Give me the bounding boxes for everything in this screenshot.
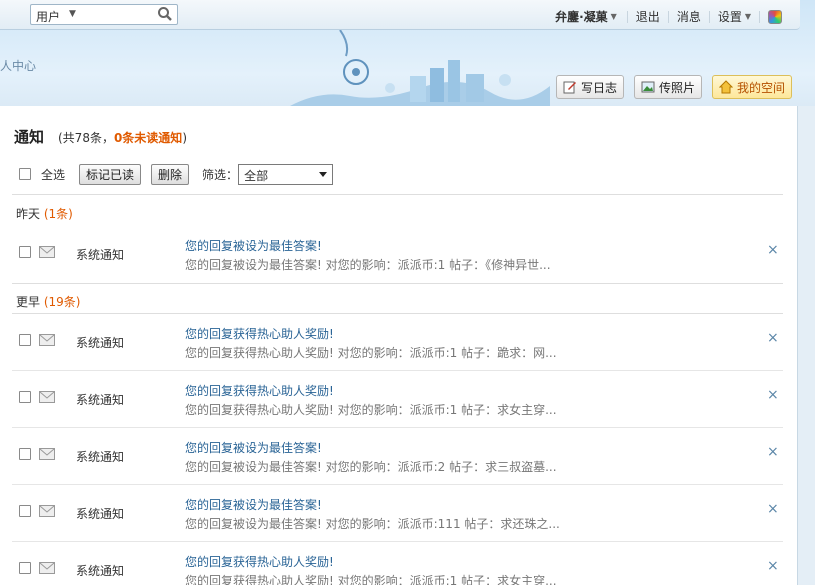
envelope-icon — [39, 334, 55, 346]
top-links: 弁鏖·凝菓 ▼ 退出 消息 设置 ▼ — [555, 8, 782, 25]
row-checkbox[interactable] — [19, 391, 31, 403]
header: 用户 ▼ 弁鏖·凝菓 ▼ 退出 消息 设置 ▼ 人中心 写日志 传照片 我的空间 — [0, 0, 815, 106]
messages-link[interactable]: 消息 — [677, 8, 701, 25]
notification-title-link[interactable]: 您的回复被设为最佳答案! — [185, 237, 322, 254]
select-all-label: 全选 — [41, 167, 66, 182]
chevron-down-icon[interactable]: ▼ — [611, 12, 617, 21]
notification-row[interactable]: 系统通知 您的回复获得热心助人奖励! 您的回复获得热心助人奖励! 对您的影响：派… — [0, 542, 797, 585]
chevron-down-icon[interactable]: ▼ — [69, 9, 76, 19]
notification-panel: 通知 (共78条，0条未读通知) 全选 标记已读 删除 筛选： 全部 昨天 (1… — [0, 106, 797, 585]
notification-type: 系统通知 — [76, 248, 125, 262]
header-illustration — [290, 30, 550, 106]
notification-type: 系统通知 — [76, 450, 125, 464]
notification-summary: (共78条，0条未读通知) — [58, 131, 187, 145]
divider — [667, 10, 669, 23]
notification-desc: 您的回复获得热心助人奖励! 对您的影响：派派币:1 帖子：求女主穿... — [185, 403, 557, 417]
notification-desc: 您的回复获得热心助人奖励! 对您的影响：派派币:1 帖子：求女主穿... — [185, 574, 557, 585]
settings-link[interactable]: 设置 — [718, 8, 742, 25]
envelope-icon — [39, 505, 55, 517]
image-icon — [641, 81, 655, 93]
username-link[interactable]: 弁鏖·凝菓 — [555, 8, 608, 25]
logout-link[interactable]: 退出 — [636, 8, 660, 25]
write-log-button[interactable]: 写日志 — [556, 75, 625, 99]
mark-read-button[interactable]: 标记已读 — [79, 163, 142, 185]
row-checkbox[interactable] — [19, 562, 31, 574]
notification-title-link[interactable]: 您的回复被设为最佳答案! — [185, 439, 322, 456]
search-box[interactable]: 用户 ▼ — [30, 4, 178, 25]
notification-type: 系统通知 — [76, 393, 125, 407]
divider — [626, 10, 628, 23]
filter-label: 筛选： — [202, 167, 239, 182]
write-log-label: 写日志 — [581, 80, 618, 95]
notification-title-link[interactable]: 您的回复获得热心助人奖励! — [185, 382, 334, 399]
notification-title-link[interactable]: 您的回复获得热心助人奖励! — [185, 325, 334, 342]
edit-icon — [563, 81, 576, 94]
search-scope-select[interactable]: 用户 — [36, 8, 60, 25]
divider — [12, 194, 783, 195]
search-icon[interactable] — [157, 6, 173, 22]
notification-type: 系统通知 — [76, 336, 125, 350]
notification-row[interactable]: 系统通知 您的回复被设为最佳答案! 您的回复被设为最佳答案! 对您的影响：派派币… — [0, 485, 797, 542]
envelope-icon — [39, 562, 55, 574]
top-bar: 用户 ▼ 弁鏖·凝菓 ▼ 退出 消息 设置 ▼ — [0, 0, 800, 30]
select-all-checkbox[interactable] — [19, 168, 31, 180]
chevron-down-icon[interactable]: ▼ — [745, 12, 751, 21]
divider — [759, 10, 760, 23]
filter-select[interactable]: 全部 — [238, 163, 334, 185]
my-space-label: 我的空间 — [737, 80, 786, 95]
color-wheel-icon[interactable] — [768, 9, 782, 24]
row-checkbox[interactable] — [19, 334, 31, 346]
row-checkbox[interactable] — [19, 246, 31, 258]
close-icon[interactable]: × — [767, 558, 779, 574]
envelope-icon — [39, 391, 55, 403]
row-checkbox[interactable] — [19, 448, 31, 460]
notification-desc: 您的回复被设为最佳答案! 对您的影响：派派币:1 帖子：《修神异世... — [185, 258, 551, 272]
notification-title-link[interactable]: 您的回复被设为最佳答案! — [185, 496, 322, 513]
chevron-down-icon — [319, 171, 328, 177]
notification-row[interactable]: 系统通知 您的回复获得热心助人奖励! 您的回复获得热心助人奖励! 对您的影响：派… — [0, 314, 797, 371]
unread-count: 0条未读通知 — [113, 131, 183, 145]
notification-row[interactable]: 系统通知 您的回复被设为最佳答案! 您的回复被设为最佳答案! 对您的影响：派派币… — [0, 226, 797, 283]
home-icon — [719, 80, 733, 94]
right-edge — [797, 106, 815, 585]
notification-desc: 您的回复被设为最佳答案! 对您的影响：派派币:111 帖子：求还珠之... — [185, 517, 560, 531]
notification-row[interactable]: 系统通知 您的回复获得热心助人奖励! 您的回复获得热心助人奖励! 对您的影响：派… — [0, 371, 797, 428]
upload-photo-button[interactable]: 传照片 — [634, 75, 703, 99]
my-space-button[interactable]: 我的空间 — [712, 75, 793, 99]
notification-desc: 您的回复获得热心助人奖励! 对您的影响：派派币:1 帖子：跪求：网... — [185, 346, 557, 360]
close-icon[interactable]: × — [767, 501, 779, 517]
notification-type: 系统通知 — [76, 507, 125, 521]
page-title: 通知 — [14, 128, 45, 146]
close-icon[interactable]: × — [767, 444, 779, 460]
close-icon[interactable]: × — [767, 387, 779, 403]
notification-desc: 您的回复被设为最佳答案! 对您的影响：派派币:2 帖子：求三叔盗墓... — [185, 460, 557, 474]
notification-title-link[interactable]: 您的回复获得热心助人奖励! — [185, 553, 334, 570]
divider — [708, 10, 710, 23]
envelope-icon — [39, 448, 55, 460]
notification-row[interactable]: 系统通知 您的回复被设为最佳答案! 您的回复被设为最佳答案! 对您的影响：派派币… — [0, 428, 797, 485]
close-icon[interactable]: × — [767, 330, 779, 346]
group-earlier: 更早 (19条) — [16, 295, 81, 309]
row-checkbox[interactable] — [19, 505, 31, 517]
envelope-icon — [39, 246, 55, 258]
divider — [12, 283, 783, 284]
toolbar: 全选 标记已读 删除 筛选： 全部 — [14, 163, 334, 185]
close-icon[interactable]: × — [767, 242, 779, 258]
breadcrumb[interactable]: 人中心 — [0, 57, 36, 74]
delete-button[interactable]: 删除 — [151, 163, 190, 185]
group-yesterday: 昨天 (1条) — [16, 207, 73, 221]
upload-photo-label: 传照片 — [659, 80, 696, 95]
notification-type: 系统通知 — [76, 564, 125, 578]
